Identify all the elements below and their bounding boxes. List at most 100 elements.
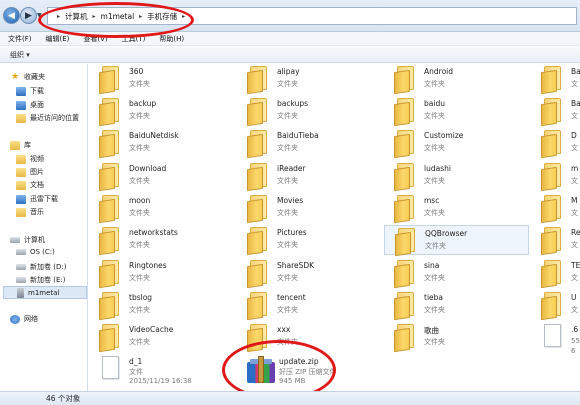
item-type: 文 xyxy=(571,112,578,120)
folder-item[interactable]: 360 文件夹 xyxy=(89,64,234,95)
folder-item[interactable]: BaiduTieba 文件夹 xyxy=(237,128,382,159)
menu-edit[interactable]: 编辑(E) xyxy=(46,34,70,44)
item-type: 文 xyxy=(571,306,578,314)
nav-drive-c[interactable]: OS (C:) xyxy=(16,248,55,256)
folder-item[interactable]: BaiduNetdisk 文件夹 xyxy=(89,128,234,159)
folder-item[interactable]: ShareSDK 文件夹 xyxy=(237,258,382,289)
folder-item[interactable]: tencent 文件夹 xyxy=(237,290,382,321)
nav-video[interactable]: 视频 xyxy=(16,154,44,164)
folder-item[interactable]: alipay 文件夹 xyxy=(237,64,382,95)
nav-network[interactable]: 网络 xyxy=(10,314,38,324)
folder-item[interactable]: Ba 文 xyxy=(531,96,580,127)
item-name: QQBrowser xyxy=(425,229,468,238)
item-type: 文件夹 xyxy=(424,338,445,346)
nav-drive-d[interactable]: 新加卷 (D:) xyxy=(16,262,66,272)
folder-item[interactable]: tieba 文件夹 xyxy=(384,290,529,321)
chevron-right-icon[interactable]: ▸ xyxy=(57,13,60,20)
menu-view[interactable]: 查看(V) xyxy=(83,34,107,44)
folder-icon xyxy=(99,195,121,224)
chevron-right-icon[interactable]: ▸ xyxy=(93,13,96,20)
file-item-d1[interactable]: d_1 文件 2015/11/19 16:38 xyxy=(89,354,234,390)
nav-label: 视频 xyxy=(30,155,44,163)
forward-button[interactable]: ▶ xyxy=(20,7,37,24)
address-bar[interactable]: ▸ 计算机 ▸ m1metal ▸ 手机存储 ▸ xyxy=(47,7,577,25)
folder-item[interactable]: .6 55 6 xyxy=(531,322,580,355)
menu-help[interactable]: 帮助(H) xyxy=(159,34,184,44)
nav-label: 文档 xyxy=(30,181,44,189)
folder-item[interactable]: tbslog 文件夹 xyxy=(89,290,234,321)
nav-computer[interactable]: 计算机 xyxy=(10,235,45,245)
folder-item[interactable]: m文 xyxy=(531,161,580,192)
nav-recent[interactable]: 最近访问的位置 xyxy=(16,113,79,123)
folder-item[interactable]: Customize 文件夹 xyxy=(384,128,529,159)
folder-item[interactable]: QQBrowser 文件夹 xyxy=(384,225,529,257)
nav-download[interactable]: 下载 xyxy=(16,86,44,96)
folder-item[interactable]: baidu 文件夹 xyxy=(384,96,529,127)
item-name: D xyxy=(571,131,577,140)
nav-drive-e[interactable]: 新加卷 (E:) xyxy=(16,275,65,285)
back-button[interactable]: ◀ xyxy=(3,7,20,24)
organize-button[interactable]: 组织 ▾ xyxy=(10,50,30,60)
item-name: BaiduNetdisk xyxy=(129,131,179,140)
item-type: 文件夹 xyxy=(424,112,445,120)
folder-item[interactable]: iReader 文件夹 xyxy=(237,161,382,192)
folder-item[interactable]: xxx 文件夹 xyxy=(237,322,382,353)
chevron-right-icon[interactable]: ▸ xyxy=(139,13,142,20)
drive-icon xyxy=(16,277,26,283)
item-name: d_1 xyxy=(129,357,143,366)
item-name: Customize xyxy=(424,131,464,140)
folder-icon xyxy=(247,324,269,353)
folder-item[interactable]: Movies 文件夹 xyxy=(237,193,382,224)
folder-icon xyxy=(99,324,121,353)
item-name: Pictures xyxy=(277,228,307,237)
item-type: 文 xyxy=(571,241,578,249)
item-type: 文 xyxy=(571,144,578,152)
folder-item[interactable]: Pictures 文件夹 xyxy=(237,225,382,256)
item-type: 文件夹 xyxy=(129,209,150,217)
nav-xunlei[interactable]: 迅雷下载 xyxy=(16,194,58,204)
folder-item[interactable]: Ba 文 xyxy=(531,64,580,95)
nav-device-selected[interactable]: m1metal xyxy=(3,286,87,299)
nav-library[interactable]: 库 xyxy=(10,140,31,150)
folder-item[interactable]: backups 文件夹 xyxy=(237,96,382,127)
folder-item[interactable]: moon 文件夹 xyxy=(89,193,234,224)
breadcrumb-computer[interactable]: 计算机 xyxy=(65,11,88,22)
folder-item[interactable]: U文 xyxy=(531,290,580,321)
folder-item[interactable]: backup 文件夹 xyxy=(89,96,234,127)
item-type: 文件夹 xyxy=(277,209,298,217)
folder-item[interactable]: networkstats 文件夹 xyxy=(89,225,234,256)
item-type: 文 xyxy=(571,177,578,185)
nav-music[interactable]: 音乐 xyxy=(16,207,44,217)
menu-file[interactable]: 文件(F) xyxy=(8,34,32,44)
folder-item[interactable]: 歌曲 文件夹 xyxy=(384,322,529,353)
nav-documents[interactable]: 文档 xyxy=(16,180,44,190)
file-item-update-zip[interactable]: update.zip 好压 ZIP 压缩文件 945 MB xyxy=(239,354,384,390)
pictures-library-icon xyxy=(16,167,26,177)
nav-favorites[interactable]: ★ 收藏夹 xyxy=(10,72,45,82)
folder-icon xyxy=(394,324,416,353)
folder-item[interactable]: Re 文 xyxy=(531,225,580,256)
breadcrumb-device[interactable]: m1metal xyxy=(101,12,135,21)
folder-item[interactable]: Android 文件夹 xyxy=(384,64,529,95)
folder-item[interactable]: Download 文件夹 xyxy=(89,161,234,192)
history-dropdown-icon[interactable]: ▼ xyxy=(37,12,42,19)
nav-label: 迅雷下载 xyxy=(30,195,58,203)
item-type: 文件夹 xyxy=(129,177,150,185)
nav-label: 库 xyxy=(24,141,31,149)
item-type: 文 xyxy=(571,80,578,88)
nav-desktop[interactable]: 桌面 xyxy=(16,100,44,110)
address-row: ◀ ▶ ▼ ▸ 计算机 ▸ m1metal ▸ 手机存储 ▸ xyxy=(0,0,580,32)
folder-item[interactable]: M文 xyxy=(531,193,580,224)
folder-item[interactable]: D文 xyxy=(531,128,580,159)
folder-item[interactable]: msc 文件夹 xyxy=(384,193,529,224)
chevron-right-icon[interactable]: ▸ xyxy=(182,13,185,20)
folder-item[interactable]: Ringtones 文件夹 xyxy=(89,258,234,289)
folder-item[interactable]: TE 文 xyxy=(531,258,580,289)
folder-item[interactable]: VideoCache 文件夹 xyxy=(89,322,234,353)
breadcrumb-phone-storage[interactable]: 手机存储 xyxy=(147,11,177,22)
menu-tools[interactable]: 工具(T) xyxy=(122,34,146,44)
nav-pictures[interactable]: 图片 xyxy=(16,167,44,177)
nav-label: OS (C:) xyxy=(30,248,55,256)
folder-item[interactable]: sina 文件夹 xyxy=(384,258,529,289)
folder-item[interactable]: ludashi 文件夹 xyxy=(384,161,529,192)
